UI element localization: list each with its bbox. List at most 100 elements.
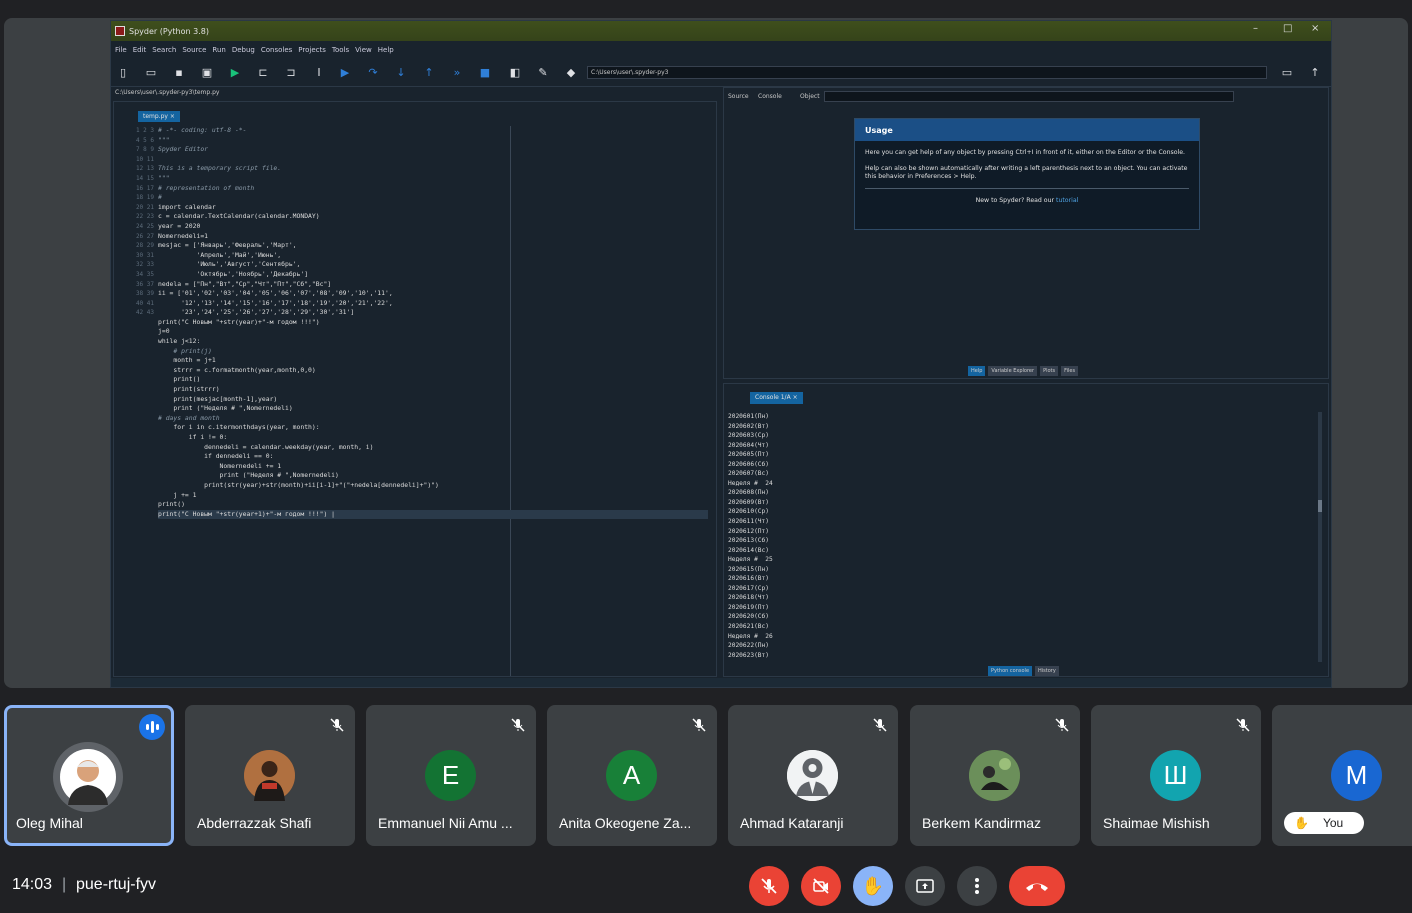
avatar xyxy=(969,750,1020,801)
meeting-clock: 14:03 xyxy=(12,876,53,893)
shared-spyder-window: Spyder (Python 3.8) – □ × File Edit Sear… xyxy=(110,20,1332,688)
speaking-indicator-icon xyxy=(139,714,165,740)
parent-dir-icon: ↑ xyxy=(1310,66,1320,79)
mic-off-icon xyxy=(1236,718,1250,732)
code-line: """ xyxy=(158,135,170,144)
meeting-code: pue-rtuj-fyv xyxy=(76,876,157,893)
code-line: # xyxy=(158,193,162,202)
participant-tile-abderrazzak-shafi[interactable]: Abderrazzak Shafi xyxy=(185,705,355,846)
console-scrollbar xyxy=(1318,412,1322,662)
participant-tile-anita-okeogene[interactable]: A Anita Okeogene Za... xyxy=(547,705,717,846)
mic-off-icon xyxy=(511,718,525,732)
code-line: print ("Неделя # ",Nomernedeli) xyxy=(158,404,293,413)
present-screen-button[interactable] xyxy=(905,866,945,906)
help-object-input xyxy=(824,91,1234,102)
menu-edit: Edit xyxy=(132,46,147,54)
new-file-icon: ▯ xyxy=(119,66,127,79)
tab-variable-explorer: Variable Explorer xyxy=(988,366,1038,376)
avatar: Ш xyxy=(1150,750,1201,801)
code-editor: # -*- coding: utf-8 -*- """ Spyder Editor … xyxy=(158,126,708,676)
code-line: for i in c.itermonthdays(year, month): xyxy=(158,423,320,432)
meeting-separator: | xyxy=(62,876,67,893)
save-icon: ▪ xyxy=(175,66,183,79)
profile-photo-icon xyxy=(244,750,295,801)
menu-help: Help xyxy=(377,46,394,54)
profile-gear-icon xyxy=(787,750,838,801)
hang-up-icon xyxy=(1026,883,1048,891)
code-line: nedela = ["Пн","Вт","Ср","Чт","Пт","Сб",… xyxy=(158,279,332,288)
help-usage-card: Usage Here you can get help of any objec… xyxy=(854,118,1200,230)
python-path-icon: ◆ xyxy=(566,66,576,79)
code-line: """ xyxy=(158,173,170,182)
code-line: Nomernedeli += 1 xyxy=(158,461,282,470)
code-line: '23','24','25','26','27','28','29','30',… xyxy=(158,308,355,317)
code-line: j += 1 xyxy=(158,490,197,499)
menu-tools: Tools xyxy=(331,46,350,54)
participant-tile-you[interactable]: M ✋ You xyxy=(1272,705,1412,846)
code-line: if dennedeli == 0: xyxy=(158,452,274,461)
code-line: c = calendar.TextCalendar(calendar.MONDA… xyxy=(158,212,320,221)
help-source-label: Source xyxy=(728,93,749,100)
raise-hand-button[interactable]: ✋ xyxy=(853,866,893,906)
code-line: print("С Новым "+str(year)+"-м годом !!!… xyxy=(158,317,320,326)
spyder-title-bar: Spyder (Python 3.8) – □ × xyxy=(111,21,1331,41)
participant-name: Ahmad Kataranji xyxy=(740,815,844,831)
mic-off-icon xyxy=(873,718,887,732)
camera-toggle-button[interactable] xyxy=(801,866,841,906)
close-icon: × xyxy=(1311,23,1320,34)
avatar xyxy=(53,742,123,812)
participant-tile-emmanuel-nii-amu[interactable]: E Emmanuel Nii Amu ... xyxy=(366,705,536,846)
code-line: year = 2020 xyxy=(158,221,201,230)
avatar: A xyxy=(606,750,657,801)
spyder-window-title: Spyder (Python 3.8) xyxy=(129,26,209,36)
more-options-button[interactable] xyxy=(957,866,997,906)
help-source-select: Console xyxy=(758,93,782,100)
participant-tile-oleg-mihal[interactable]: Oleg Mihal xyxy=(4,705,174,846)
code-line: print(mesjac[month-1],year) xyxy=(158,394,278,403)
menu-debug: Debug xyxy=(231,46,255,54)
mic-off-icon xyxy=(330,718,344,732)
menu-projects: Projects xyxy=(298,46,326,54)
console-pane: Console 1/A × 2020601(Пн) 2020602(Вт) 20… xyxy=(723,383,1329,677)
menu-consoles: Consoles xyxy=(260,46,293,54)
code-line: Spyder Editor xyxy=(158,145,209,154)
save-all-icon: ▣ xyxy=(201,66,213,79)
run-cell-advance-icon: ⊐ xyxy=(286,66,296,79)
participant-tile-ahmad-kataranji[interactable]: Ahmad Kataranji xyxy=(728,705,898,846)
console-pane-tabs: Python console History xyxy=(988,666,1059,676)
participant-tile-shaimae-mishish[interactable]: Ш Shaimae Mishish xyxy=(1091,705,1261,846)
maximize-pane-icon: ◧ xyxy=(509,66,521,79)
participant-name: Oleg Mihal xyxy=(16,815,83,831)
avatar xyxy=(787,750,838,801)
code-line: 'Апрель','Май','Июнь', xyxy=(158,250,282,259)
console-output: 2020601(Пн) 2020602(Вт) 2020603(Ср) 2020… xyxy=(728,413,773,659)
present-screen-icon xyxy=(916,879,934,893)
code-line: 'Июль','Август','Сентябрь', xyxy=(158,260,301,269)
tutorial-link: tutorial xyxy=(1056,197,1079,204)
tab-files: Files xyxy=(1061,366,1079,376)
stop-icon: ■ xyxy=(479,66,491,79)
participant-name: Anita Okeogene Za... xyxy=(559,815,692,831)
menu-search: Search xyxy=(152,46,177,54)
menu-view: View xyxy=(355,46,372,54)
code-line: print() xyxy=(158,500,185,509)
code-line: strrr = c.formatmonth(year,month,0,0) xyxy=(158,365,316,374)
code-line: print(strrr) xyxy=(158,385,220,394)
code-line: while j<12: xyxy=(158,337,201,346)
editor-file-path: C:\Users\user\.spyder-py3\temp.py xyxy=(115,89,220,96)
microphone-toggle-button[interactable] xyxy=(749,866,789,906)
you-hand-raised-badge: ✋ You xyxy=(1284,812,1364,834)
leave-call-button[interactable] xyxy=(1009,866,1065,906)
code-line: ii = ['01','02','03','04','05','06','07'… xyxy=(158,289,393,298)
participant-tile-berkem-kandirmaz[interactable]: Berkem Kandirmaz xyxy=(910,705,1080,846)
usage-divider xyxy=(865,188,1189,189)
participant-name: Shaimae Mishish xyxy=(1103,815,1210,831)
tab-plots: Plots xyxy=(1040,366,1059,376)
avatar: M xyxy=(1331,750,1382,801)
code-line: # -*- coding: utf-8 -*- xyxy=(158,126,247,134)
usage-text-1: Here you can get help of any object by p… xyxy=(865,149,1186,156)
step-over-icon: ↷ xyxy=(368,66,378,79)
tab-help: Help xyxy=(968,366,986,376)
